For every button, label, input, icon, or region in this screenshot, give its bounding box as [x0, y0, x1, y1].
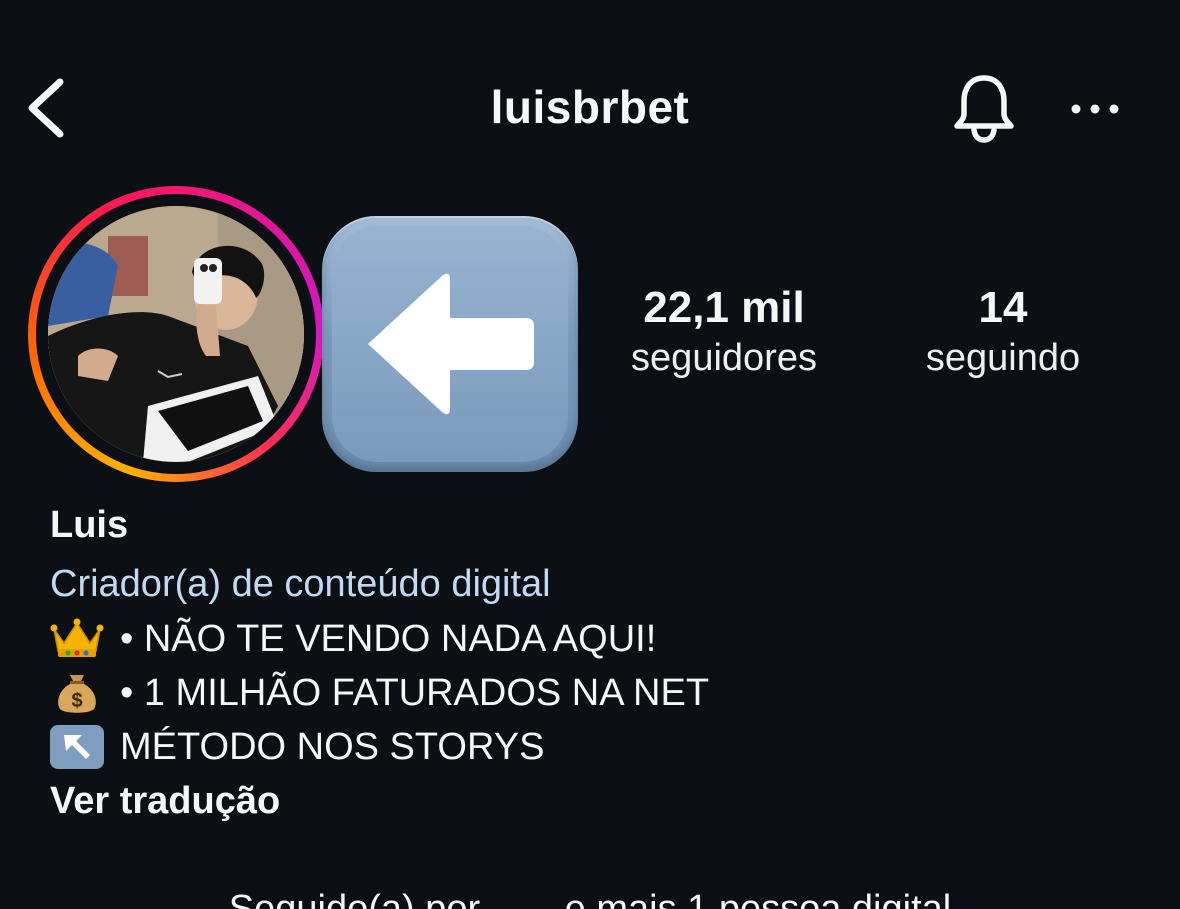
profile-bio: Luis Criador(a) de conteúdo digital • NÃ…: [50, 500, 1150, 828]
following-count: 14: [978, 283, 1028, 332]
more-options-button[interactable]: [1066, 84, 1126, 134]
back-button[interactable]: [22, 74, 72, 142]
bio-line-3: MÉTODO NOS STORYS: [50, 720, 1150, 774]
followers-label: seguidores: [631, 337, 817, 379]
left-arrow-emoji-icon: [322, 216, 578, 472]
bell-icon: [954, 75, 1014, 143]
svg-text:$: $: [71, 690, 82, 712]
see-translation-link[interactable]: Ver tradução: [50, 774, 1150, 828]
followed-by-text[interactable]: Seguido(a) por ___ e mais 1 pessoa digit…: [0, 884, 1180, 909]
profile-avatar-story-ring[interactable]: [28, 186, 324, 482]
bio-line-2: $ • 1 MILHÃO FATURADOS NA NET: [50, 666, 1150, 720]
avatar-photo-illustration: [48, 206, 304, 462]
followers-count: 22,1 mil: [643, 283, 805, 332]
following-stat[interactable]: 14 seguindo: [900, 282, 1106, 382]
crown-emoji-icon: [50, 617, 104, 661]
following-label: seguindo: [925, 337, 1081, 379]
money-bag-emoji-icon: $: [50, 671, 104, 715]
up-left-arrow-emoji-icon: [50, 725, 104, 769]
arrow-glyph: [368, 273, 534, 415]
bio-line-text: • 1 MILHÃO FATURADOS NA NET: [120, 672, 710, 714]
notifications-button[interactable]: [946, 70, 1022, 146]
followers-stat[interactable]: 22,1 mil seguidores: [604, 282, 844, 382]
bio-line-text: MÉTODO NOS STORYS: [120, 726, 545, 768]
profile-display-name: Luis: [50, 504, 129, 546]
more-horizontal-icon: [1071, 104, 1119, 114]
avatar: [48, 206, 304, 462]
profile-category[interactable]: Criador(a) de conteúdo digital: [50, 556, 1150, 612]
bio-line-text: • NÃO TE VENDO NADA AQUI!: [120, 618, 657, 660]
chevron-left-icon: [28, 78, 64, 138]
top-bar: luisbrbet: [0, 0, 1180, 180]
bio-line-1: • NÃO TE VENDO NADA AQUI!: [50, 612, 1150, 666]
